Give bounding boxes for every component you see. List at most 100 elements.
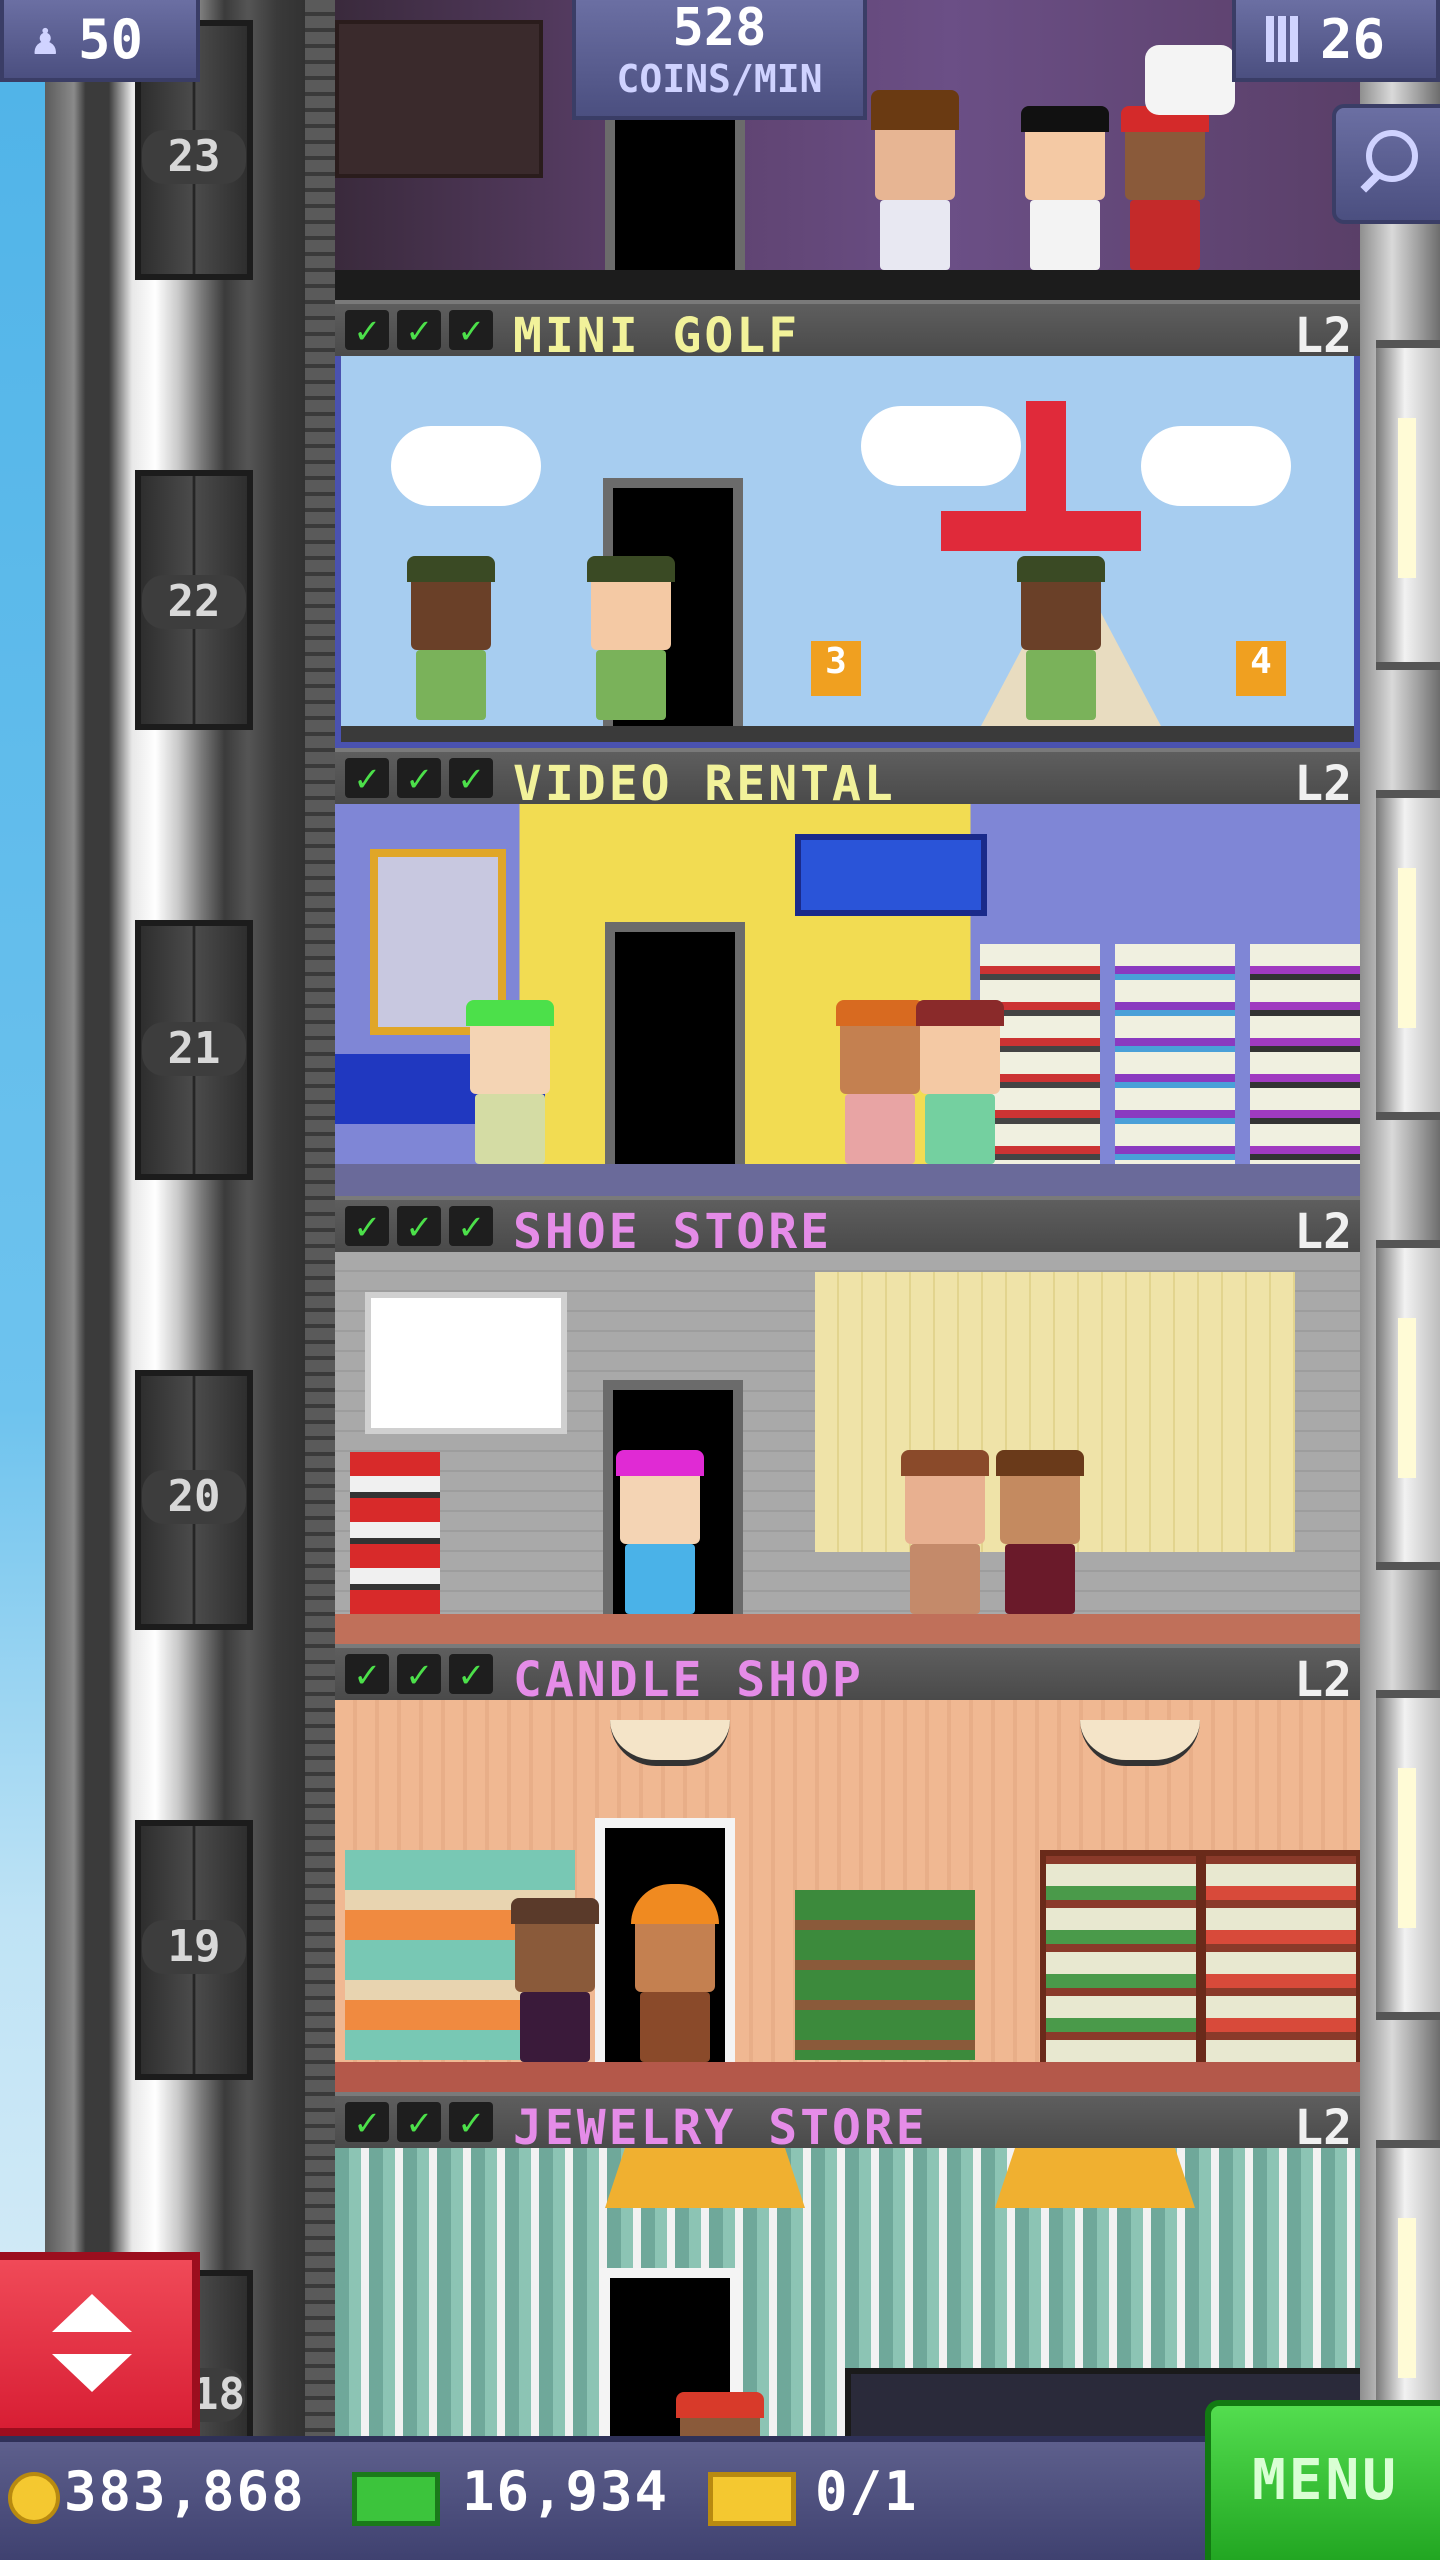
wall-pillar (1376, 340, 1440, 670)
mini-golf-room: 3 4 (335, 356, 1360, 748)
room-door (605, 922, 745, 1182)
check-icon: ✓ (397, 1654, 441, 1694)
bitizen[interactable] (1121, 106, 1209, 270)
shoe-poster (365, 1292, 567, 1434)
cloud (1141, 426, 1291, 506)
shoe-store-room (335, 1252, 1360, 1644)
star-checks: ✓ ✓ ✓ (345, 310, 501, 350)
bitizen[interactable] (587, 556, 675, 720)
floor-label-bar: ✓ ✓ ✓ SHOE STORE L2 (335, 1196, 1360, 1260)
dvd-shelf (1250, 944, 1360, 1164)
check-icon: ✓ (449, 1206, 493, 1246)
floor-number: 23 (142, 130, 246, 184)
bitizen[interactable] (871, 90, 959, 270)
population-count: 50 (78, 8, 144, 71)
floor-number: 19 (142, 1920, 246, 1974)
check-icon: ✓ (449, 2102, 493, 2142)
check-icon: ✓ (449, 758, 493, 798)
check-icon: ✓ (345, 758, 389, 798)
floors-panel[interactable]: 26 (1232, 0, 1440, 82)
floor-mini-golf[interactable]: ✓ ✓ ✓ MINI GOLF L2 3 4 (335, 300, 1360, 748)
star-checks: ✓ ✓ ✓ (345, 758, 501, 798)
coins-rate-value: 528 (672, 0, 767, 58)
bitizen[interactable] (996, 1450, 1084, 1614)
bitizen[interactable] (1021, 106, 1109, 270)
bitizen[interactable] (901, 1450, 989, 1614)
room-floor (341, 726, 1354, 742)
hole-marker: 4 (1236, 641, 1286, 696)
dvd-shelf (1115, 944, 1235, 1164)
floor-number: 21 (142, 1022, 246, 1076)
building-icon (1266, 16, 1300, 62)
hole-marker: 3 (811, 641, 861, 696)
check-icon: ✓ (345, 1206, 389, 1246)
candle-cabinet (1200, 1850, 1360, 2072)
floor-jewelry-store[interactable]: ✓ ✓ ✓ JEWELRY STORE L2 (335, 2092, 1360, 2436)
bitizen[interactable] (407, 556, 495, 720)
bitizen[interactable] (836, 1000, 924, 1164)
bux-amount: 16,934 (462, 2460, 670, 2523)
ticket-icon[interactable] (708, 2472, 796, 2526)
wall-pillar (1376, 1240, 1440, 1570)
floor-label-bar: ✓ ✓ ✓ MINI GOLF L2 (335, 300, 1360, 364)
chandelier (995, 2148, 1195, 2208)
check-icon: ✓ (345, 2102, 389, 2142)
magnifier-icon[interactable] (1332, 104, 1440, 224)
elevator-shaft (45, 0, 335, 2460)
check-icon: ✓ (345, 310, 389, 350)
star-checks: ✓ ✓ ✓ (345, 1206, 501, 1246)
bitizen[interactable] (466, 1000, 554, 1164)
coins-rate-panel[interactable]: 528 COINS/MIN (572, 0, 867, 120)
shoe-box-stack (350, 1452, 440, 1622)
star-checks: ✓ ✓ ✓ (345, 2102, 501, 2142)
coins-amount: 383,868 (64, 2460, 306, 2523)
check-icon: ✓ (397, 1206, 441, 1246)
check-icon: ✓ (449, 310, 493, 350)
elevator-button[interactable] (0, 2252, 200, 2436)
ceiling-lamp (1080, 1720, 1200, 1766)
bitizen[interactable] (916, 1000, 1004, 1164)
sky-background (0, 0, 45, 2560)
elevator-rail (305, 0, 335, 2460)
wall-pillar (1376, 1690, 1440, 2020)
check-icon: ✓ (397, 758, 441, 798)
speech-bubble-icon (1145, 45, 1235, 115)
menu-button[interactable]: MENU (1205, 2400, 1440, 2560)
bitizen[interactable] (511, 1898, 599, 2062)
chandelier (605, 2148, 805, 2208)
star-checks: ✓ ✓ ✓ (345, 1654, 501, 1694)
bar-shelf (335, 20, 543, 178)
check-icon: ✓ (449, 1654, 493, 1694)
floor-shoe-store[interactable]: ✓ ✓ ✓ SHOE STORE L2 (335, 1196, 1360, 1644)
room-floor (335, 2062, 1360, 2092)
elevator-arrows-icon (52, 2294, 132, 2394)
video-rental-room (335, 804, 1360, 1196)
floor-video-rental[interactable]: ✓ ✓ ✓ VIDEO RENTAL L2 (335, 748, 1360, 1196)
check-icon: ✓ (397, 310, 441, 350)
candle-cabinet (1040, 1850, 1202, 2072)
windmill-blade (941, 511, 1141, 551)
bux-icon[interactable] (352, 2472, 440, 2526)
room-floor (335, 1164, 1360, 1196)
bitizen[interactable] (1017, 556, 1105, 720)
coin-icon (8, 2472, 60, 2524)
floor-label-bar: ✓ ✓ ✓ VIDEO RENTAL L2 (335, 748, 1360, 812)
floor-label-bar: ✓ ✓ ✓ CANDLE SHOP L2 (335, 1644, 1360, 1708)
cloud (861, 406, 1021, 486)
population-panel[interactable]: ♟ 50 (0, 0, 200, 82)
cloud (391, 426, 541, 506)
ceiling-lamp (610, 1720, 730, 1766)
floors-count: 26 (1320, 8, 1386, 71)
room-floor (335, 270, 1360, 300)
bitizen[interactable] (616, 1450, 704, 1614)
bitizen[interactable] (676, 2392, 764, 2436)
bitizen[interactable] (631, 1884, 719, 2062)
floor-candle-shop[interactable]: ✓ ✓ ✓ CANDLE SHOP L2 (335, 1644, 1360, 2092)
coins-rate-unit: COINS/MIN (616, 57, 823, 101)
candle-display (795, 1890, 975, 2060)
wall-pillar (1376, 790, 1440, 1120)
windmill-blade (1026, 401, 1066, 521)
floor-label-bar: ✓ ✓ ✓ JEWELRY STORE L2 (335, 2092, 1360, 2156)
check-icon: ✓ (397, 2102, 441, 2142)
floor-number: 20 (142, 1470, 246, 1524)
